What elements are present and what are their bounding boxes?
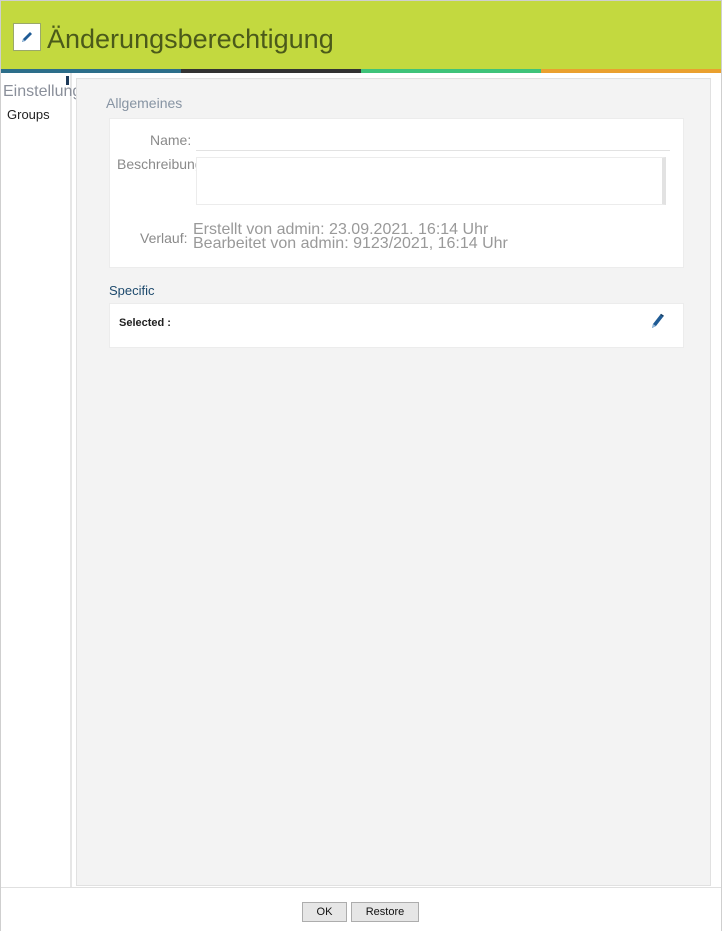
selected-label: Selected : <box>119 317 171 329</box>
history-edited: Bearbeitet von admin: 9123/2021, 16:14 U… <box>193 235 508 252</box>
restore-button[interactable]: Restore <box>351 902 419 922</box>
edit-selection-button[interactable] <box>646 311 668 333</box>
specific-card <box>109 303 684 348</box>
dialog-header: Änderungsberechtigung <box>1 1 721 69</box>
section-title-general: Allgemeines <box>106 95 183 111</box>
name-label: Name: <box>150 132 192 148</box>
section-title-specific: Specific <box>109 283 155 298</box>
stripe-green <box>361 69 541 73</box>
sidebar-item-groups[interactable]: Groups <box>7 107 50 122</box>
name-field[interactable] <box>196 132 670 151</box>
stripe-orange <box>541 69 721 73</box>
stripe-dark <box>181 69 361 73</box>
pencil-icon <box>13 23 41 51</box>
history-label: Verlauf: <box>140 230 188 246</box>
dialog-title: Änderungsberechtigung <box>47 24 334 54</box>
ok-button[interactable]: OK <box>302 902 347 922</box>
pencil-icon <box>652 313 664 328</box>
description-field[interactable] <box>196 157 666 205</box>
description-label: Beschreibung: <box>117 156 207 172</box>
sidebar: Einstellungen Groups <box>1 73 99 887</box>
